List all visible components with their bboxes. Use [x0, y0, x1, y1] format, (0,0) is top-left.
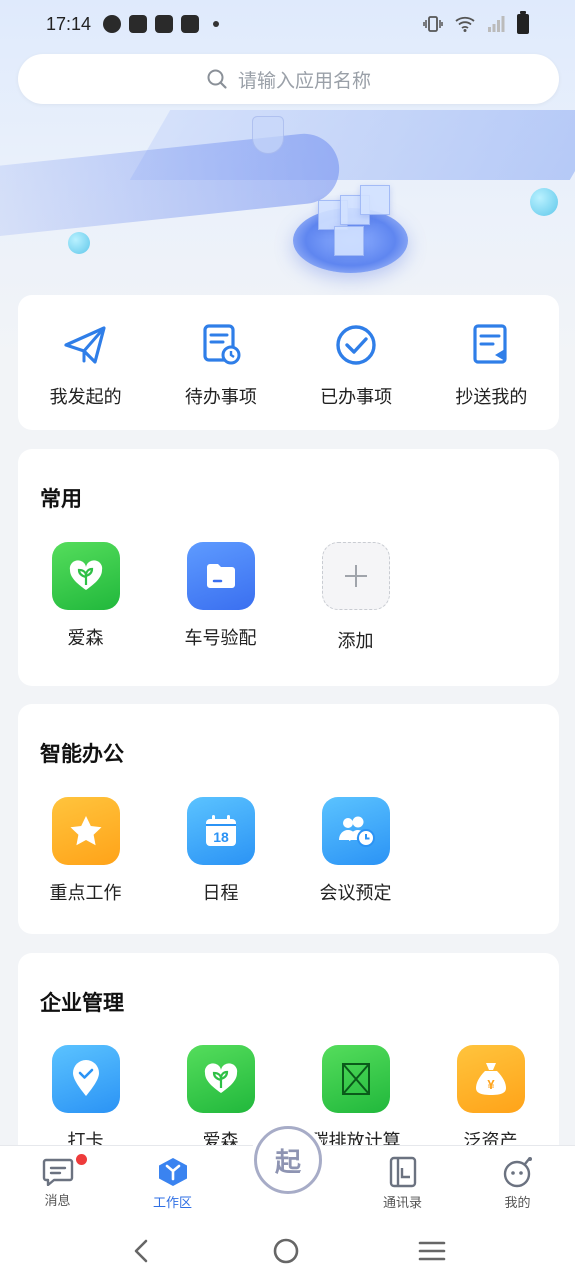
- paper-plane-icon: [64, 326, 106, 364]
- app-label: 车号验配: [184, 628, 257, 649]
- app-label: 日程: [202, 883, 239, 904]
- vibrate-icon: [423, 16, 443, 32]
- app-vehicle-match[interactable]: 车号验配: [153, 542, 288, 653]
- quick-action-done[interactable]: 已办事项: [289, 295, 424, 430]
- back-icon[interactable]: [129, 1238, 155, 1264]
- initiate-label: 起: [274, 1147, 301, 1178]
- app-label: 会议预定: [319, 883, 392, 904]
- app-aisen[interactable]: 爱森: [18, 542, 153, 653]
- search-bar[interactable]: 请输入应用名称: [18, 54, 559, 104]
- app-grid: 重点工作 18 日程 会议预定: [18, 797, 559, 905]
- unread-badge: [76, 1154, 87, 1165]
- calendar-day: 18: [213, 829, 229, 845]
- profile-face-icon: [503, 1157, 532, 1188]
- battery-icon: [517, 11, 529, 34]
- quick-action-todo[interactable]: 待办事项: [153, 295, 288, 430]
- recent-apps-icon[interactable]: [418, 1239, 446, 1263]
- app-schedule[interactable]: 18 日程: [153, 797, 288, 905]
- star-icon: [51, 797, 120, 865]
- tab-workspace[interactable]: 工作区: [115, 1146, 230, 1221]
- app-grid: 爱森 车号验配 添加: [18, 542, 559, 653]
- folder-icon: [186, 542, 255, 610]
- app-key-work[interactable]: 重点工作: [18, 797, 153, 905]
- image-placeholder-icon: [321, 1045, 390, 1113]
- banner-orb: [68, 232, 90, 254]
- common-apps-card: 常用 爱森 车号验配 添加: [18, 449, 559, 686]
- quick-action-cc[interactable]: 抄送我的: [424, 295, 559, 430]
- calendar-icon: 18: [186, 797, 255, 865]
- signal-icon: [488, 16, 505, 32]
- money-bag-icon: ¥: [456, 1045, 525, 1113]
- status-time: 17:14: [46, 13, 92, 34]
- search-icon: [207, 69, 227, 89]
- initiate-button[interactable]: 起: [254, 1126, 322, 1194]
- currency-symbol: ¥: [487, 1077, 495, 1092]
- contacts-icon: [389, 1156, 416, 1188]
- notification-app-icon: [181, 15, 200, 33]
- section-title: 企业管理: [40, 991, 124, 1015]
- search-placeholder: 请输入应用名称: [237, 69, 371, 92]
- wifi-icon: [455, 16, 475, 32]
- quick-action-label: 我发起的: [49, 387, 122, 408]
- tab-label: 工作区: [152, 1196, 192, 1211]
- banner-orb: [530, 188, 558, 216]
- status-bar: 17:14: [0, 0, 575, 48]
- heart-leaf-icon: [51, 542, 120, 610]
- workspace-cube-icon: [158, 1158, 187, 1186]
- app-label: 重点工作: [49, 883, 122, 904]
- app-label: 爱森: [67, 628, 104, 649]
- app-clock-in[interactable]: 打卡: [18, 1045, 153, 1153]
- app-label: 添加: [337, 631, 374, 652]
- tab-label: 我的: [504, 1196, 531, 1211]
- plus-icon: [321, 542, 390, 610]
- banner-decoration: [0, 130, 343, 240]
- quick-action-initiated[interactable]: 我发起的: [18, 295, 153, 430]
- todo-list-icon: [203, 324, 241, 365]
- tab-contacts[interactable]: 通讯录: [345, 1146, 460, 1221]
- more-notifications-icon: [213, 21, 220, 27]
- tab-messages[interactable]: 消息: [0, 1146, 115, 1221]
- check-circle-icon: [336, 325, 376, 365]
- meeting-clock-icon: [321, 797, 390, 865]
- app-pan-assets[interactable]: ¥ 泛资产: [423, 1045, 558, 1153]
- notification-app-icon: [155, 15, 174, 33]
- home-icon[interactable]: [272, 1237, 300, 1265]
- quick-action-label: 待办事项: [184, 387, 257, 408]
- app-meeting-booking[interactable]: 会议预定: [288, 797, 423, 905]
- cc-document-icon: [473, 324, 507, 364]
- shield-icon: [252, 116, 284, 154]
- banner-cube: [360, 185, 390, 215]
- quick-action-label: 已办事项: [320, 387, 393, 408]
- location-check-icon: [51, 1045, 120, 1113]
- speed-indicator-icon: [103, 15, 122, 33]
- notification-app-icon: [129, 15, 148, 33]
- section-title: 智能办公: [40, 742, 124, 766]
- smart-office-card: 智能办公 重点工作 18 日程 会议预定: [18, 704, 559, 934]
- section-title: 常用: [40, 487, 82, 511]
- tab-label: 通讯录: [382, 1196, 422, 1211]
- banner-cube: [334, 226, 364, 256]
- quick-actions-card: 我发起的 待办事项 已办事项 抄送我的: [18, 295, 559, 430]
- tab-label: 消息: [44, 1194, 71, 1209]
- quick-action-label: 抄送我的: [455, 387, 528, 408]
- add-app-button[interactable]: 添加: [288, 542, 423, 653]
- heart-leaf-icon: [186, 1045, 255, 1113]
- tab-me[interactable]: 我的: [460, 1146, 575, 1221]
- message-icon: [42, 1158, 73, 1186]
- system-navigation-bar: [0, 1221, 575, 1280]
